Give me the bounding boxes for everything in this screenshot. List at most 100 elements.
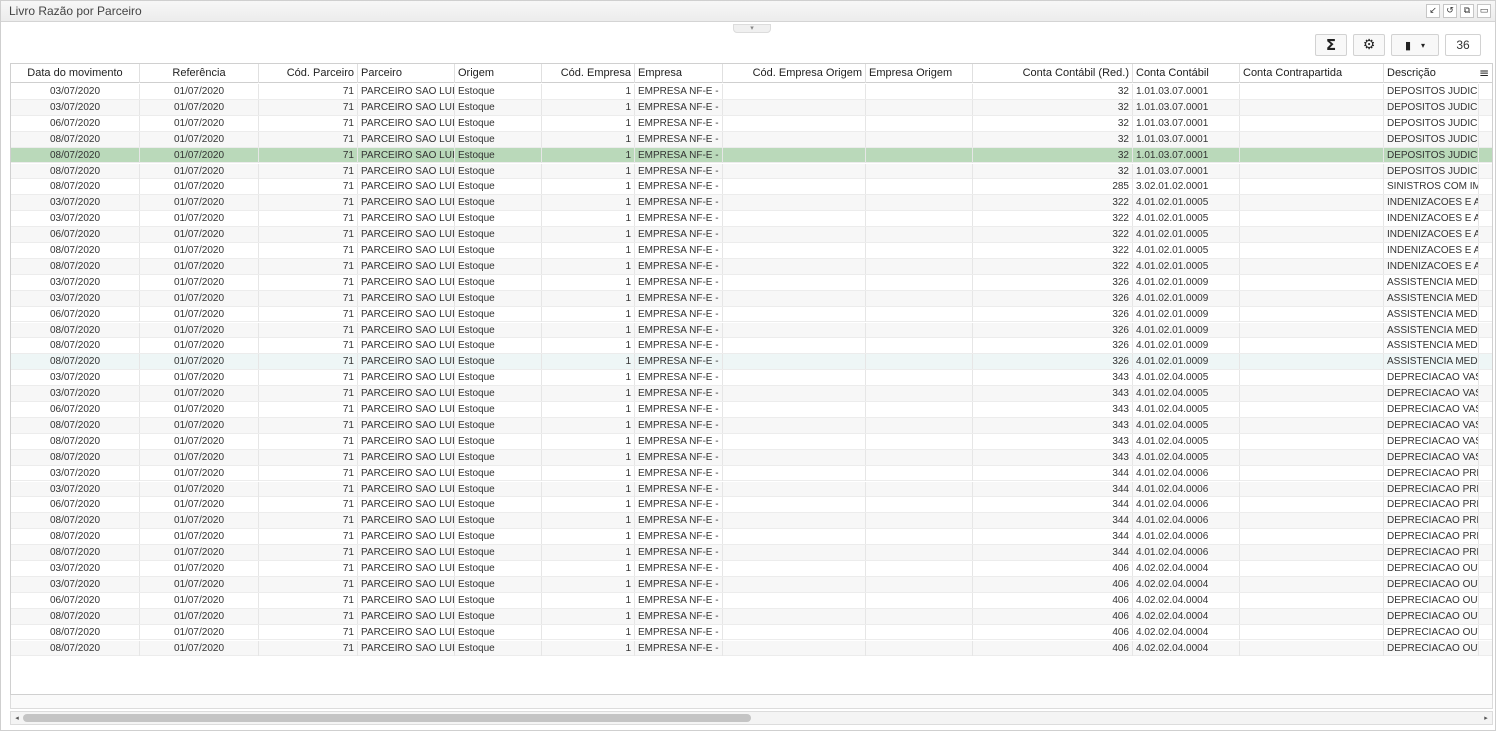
table-row[interactable]: 06/07/2020 01/07/2020 71 PARCEIRO SAO LUIS E…	[11, 592, 1492, 609]
column-header[interactable]: Origem	[455, 64, 542, 83]
table-cell: 1	[542, 274, 635, 290]
table-row[interactable]: 06/07/2020 01/07/2020 71 PARCEIRO SAO LUIS E…	[11, 115, 1492, 132]
table-cell	[866, 290, 973, 306]
table-cell: Estoque	[455, 370, 542, 386]
column-header[interactable]: Cód. Empresa Origem	[723, 64, 866, 83]
column-header[interactable]: Descrição	[1384, 64, 1479, 83]
settings-button[interactable]: ⚙	[1353, 34, 1385, 56]
table-row[interactable]: 08/07/2020 01/07/2020 71 PARCEIRO SAO LUIS E…	[11, 449, 1492, 466]
table-cell: PARCEIRO SAO LUIS	[358, 433, 455, 449]
table-row[interactable]: 08/07/2020 01/07/2020 71 PARCEIRO SAO LUIS E…	[11, 338, 1492, 355]
table-row[interactable]: 08/07/2020 01/07/2020 71 PARCEIRO SAO LUIS E…	[11, 640, 1492, 657]
collapse-panel-handle[interactable]: ▾	[733, 24, 771, 33]
table-row[interactable]: 03/07/2020 01/07/2020 71 PARCEIRO SAO LUIS E…	[11, 195, 1492, 212]
column-header[interactable]: Parceiro	[358, 64, 455, 83]
minimize-icon[interactable]: ↙	[1426, 4, 1440, 18]
export-button[interactable]: ▮ ▾	[1391, 34, 1439, 56]
table-row[interactable]: 08/07/2020 01/07/2020 71 PARCEIRO SAO LUIS E…	[11, 322, 1492, 339]
table-cell: 06/07/2020	[11, 497, 140, 513]
table-cell: 344	[973, 529, 1133, 545]
maximize-icon[interactable]: ▭	[1477, 4, 1491, 18]
table-row[interactable]: 06/07/2020 01/07/2020 71 PARCEIRO SAO LUIS E…	[11, 227, 1492, 243]
table-cell: 01/07/2020	[140, 322, 259, 338]
table-cell	[723, 211, 866, 227]
column-header[interactable]: Empresa	[635, 64, 723, 83]
table-cell: 08/07/2020	[11, 417, 140, 433]
table-row[interactable]: 08/07/2020 01/07/2020 71 PARCEIRO SAO LUIS E…	[11, 243, 1492, 259]
table-cell	[723, 290, 866, 306]
table-row[interactable]: 08/07/2020 01/07/2020 71 PARCEIRO SAO LUIS E…	[11, 417, 1492, 434]
table-row[interactable]: 08/07/2020 01/07/2020 71 PARCEIRO SAO LUIS E…	[11, 433, 1492, 450]
table-cell: DEPOSITOS JUDICIAIS	[1384, 99, 1479, 115]
table-cell: 71	[259, 227, 358, 243]
table-cell	[723, 481, 866, 497]
sum-button[interactable]: Σ	[1315, 34, 1347, 56]
table-cell: EMPRESA NF-E - M	[635, 195, 723, 211]
table-row[interactable]: 03/07/2020 01/07/2020 71 PARCEIRO SAO LUIS E…	[11, 99, 1492, 116]
chevron-down-icon[interactable]: ▾	[1421, 41, 1425, 50]
table-row[interactable]: 06/07/2020 01/07/2020 71 PARCEIRO SAO LUIS E…	[11, 402, 1492, 418]
table-row[interactable]: 03/07/2020 01/07/2020 71 PARCEIRO SAO LUIS E…	[11, 290, 1492, 307]
table-row[interactable]: 03/07/2020 01/07/2020 71 PARCEIRO SAO LUIS E…	[11, 274, 1492, 291]
table-row[interactable]: 08/07/2020 01/07/2020 71 PARCEIRO SAO LUIS E…	[11, 545, 1492, 561]
table-row[interactable]: 03/07/2020 01/07/2020 71 PARCEIRO SAO LUIS E…	[11, 370, 1492, 387]
table-cell: PARCEIRO SAO LUIS	[358, 99, 455, 115]
scrollbar-thumb[interactable]	[23, 714, 751, 722]
table-row[interactable]: 03/07/2020 01/07/2020 71 PARCEIRO SAO LUIS E…	[11, 465, 1492, 482]
table-cell	[723, 163, 866, 179]
column-header[interactable]: Cód. Empresa	[542, 64, 635, 83]
table-cell: 71	[259, 179, 358, 195]
table-row[interactable]: 03/07/2020 01/07/2020 71 PARCEIRO SAO LUIS E…	[11, 211, 1492, 228]
column-header[interactable]: Conta Contábil	[1133, 64, 1240, 83]
table-cell: Estoque	[455, 417, 542, 433]
table-row[interactable]: 08/07/2020 01/07/2020 71 PARCEIRO SAO LUIS E…	[11, 608, 1492, 625]
scroll-left-icon[interactable]: ◂	[12, 712, 22, 724]
table-row[interactable]: 08/07/2020 01/07/2020 71 PARCEIRO SAO LUIS E…	[11, 624, 1492, 641]
table-row[interactable]: 03/07/2020 01/07/2020 71 PARCEIRO SAO LUIS E…	[11, 481, 1492, 498]
refresh-icon[interactable]: ↺	[1443, 4, 1457, 18]
table-cell: PARCEIRO SAO LUIS	[358, 370, 455, 386]
column-header[interactable]: Conta Contábil (Red.)	[973, 64, 1133, 83]
table-cell	[866, 561, 973, 576]
table-row[interactable]: 03/07/2020 01/07/2020 71 PARCEIRO SAO LUIS E…	[11, 84, 1492, 100]
title-bar: Livro Razão por Parceiro ↙ ↺ ⧉ ▭	[1, 1, 1495, 22]
table-cell: 03/07/2020	[11, 561, 140, 576]
table-cell: 01/07/2020	[140, 306, 259, 322]
column-header[interactable]: Referência	[140, 64, 259, 83]
table-cell: EMPRESA NF-E - M	[635, 624, 723, 640]
horizontal-scrollbar[interactable]: ◂ ▸	[10, 711, 1493, 725]
table-cell: Estoque	[455, 243, 542, 258]
table-cell	[866, 84, 973, 99]
table-row[interactable]: 03/07/2020 01/07/2020 71 PARCEIRO SAO LUIS E…	[11, 386, 1492, 402]
table-row[interactable]: 08/07/2020 01/07/2020 71 PARCEIRO SAO LUIS E…	[11, 354, 1492, 371]
table-cell: 406	[973, 561, 1133, 576]
table-row[interactable]: 08/07/2020 01/07/2020 71 PARCEIRO SAO LUIS E…	[11, 147, 1492, 164]
table-cell: 01/07/2020	[140, 243, 259, 258]
table-row[interactable]: 08/07/2020 01/07/2020 71 PARCEIRO SAO LUIS E…	[11, 258, 1492, 275]
restore-icon[interactable]: ⧉	[1460, 4, 1474, 18]
table-row[interactable]: 03/07/2020 01/07/2020 71 PARCEIRO SAO LUIS E…	[11, 576, 1492, 593]
column-header[interactable]: Cód. Parceiro	[259, 64, 358, 83]
table-cell: 32	[973, 131, 1133, 147]
column-menu-icon[interactable]: ≡	[1476, 64, 1492, 82]
table-row[interactable]: 08/07/2020 01/07/2020 71 PARCEIRO SAO LUIS E…	[11, 513, 1492, 530]
table-cell: DEPRECIACAO OUTRA	[1384, 608, 1479, 624]
table-cell: PARCEIRO SAO LUIS	[358, 258, 455, 274]
table-row[interactable]: 06/07/2020 01/07/2020 71 PARCEIRO SAO LUIS E…	[11, 497, 1492, 514]
scroll-right-icon[interactable]: ▸	[1481, 712, 1491, 724]
table-row[interactable]: 08/07/2020 01/07/2020 71 PARCEIRO SAO LUIS E…	[11, 179, 1492, 196]
table-row[interactable]: 03/07/2020 01/07/2020 71 PARCEIRO SAO LUIS E…	[11, 561, 1492, 577]
grid-toolbar: Σ ⚙ ▮ ▾ 36	[1315, 34, 1481, 56]
table-cell	[723, 561, 866, 576]
table-cell: 71	[259, 131, 358, 147]
column-header[interactable]: Data do movimento	[11, 64, 140, 83]
column-header[interactable]: Conta Contrapartida	[1240, 64, 1384, 83]
table-cell: PARCEIRO SAO LUIS	[358, 131, 455, 147]
table-cell: 71	[259, 195, 358, 211]
table-row[interactable]: 06/07/2020 01/07/2020 71 PARCEIRO SAO LUIS E…	[11, 306, 1492, 323]
table-cell: 1	[542, 545, 635, 561]
table-row[interactable]: 08/07/2020 01/07/2020 71 PARCEIRO SAO LUIS E…	[11, 529, 1492, 546]
table-row[interactable]: 08/07/2020 01/07/2020 71 PARCEIRO SAO LUIS E…	[11, 131, 1492, 148]
table-row[interactable]: 08/07/2020 01/07/2020 71 PARCEIRO SAO LUIS E…	[11, 163, 1492, 180]
column-header[interactable]: Empresa Origem	[866, 64, 973, 83]
